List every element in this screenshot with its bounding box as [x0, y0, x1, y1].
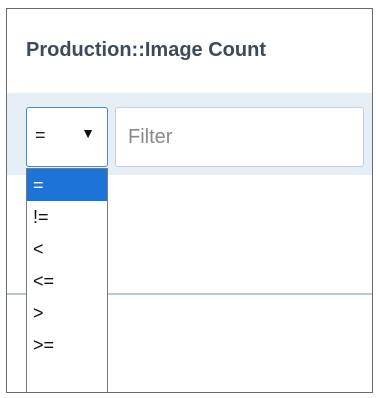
operator-option-less-than[interactable]: < — [27, 233, 107, 265]
operator-option-greater-than[interactable]: > — [27, 297, 107, 329]
chevron-down-icon: ▼ — [81, 125, 95, 141]
operator-option-greater-or-equal[interactable]: >= — [27, 329, 107, 361]
operator-option-equals[interactable]: = — [27, 169, 107, 201]
operator-select-value: = — [35, 125, 46, 145]
operator-dropdown-list: = != < <= > >= — [26, 168, 108, 392]
operator-select[interactable]: = ▼ — [26, 107, 108, 167]
panel-frame: Production::Image Count = ▼ = != < <= > … — [6, 8, 373, 393]
filter-input[interactable] — [115, 107, 364, 167]
panel-title: Production::Image Count — [26, 39, 266, 61]
operator-option-not-equals[interactable]: != — [27, 201, 107, 233]
operator-option-less-or-equal[interactable]: <= — [27, 265, 107, 297]
panel-header: Production::Image Count — [7, 9, 372, 93]
